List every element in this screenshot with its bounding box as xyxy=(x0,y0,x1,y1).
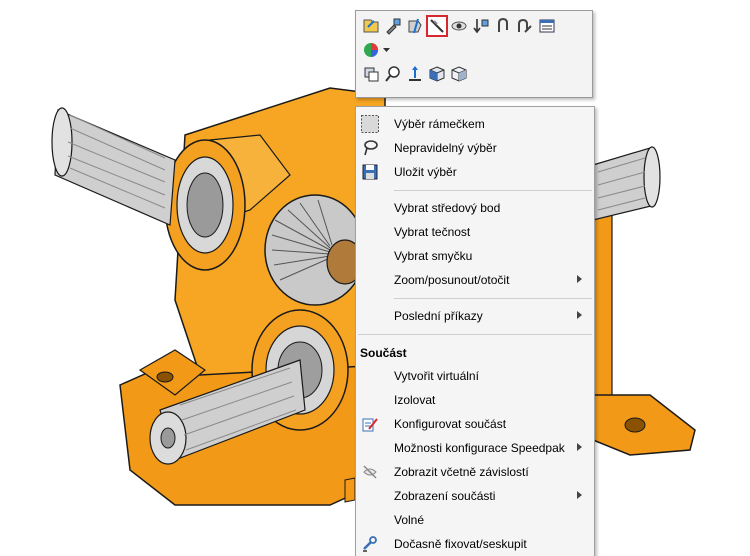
view-mates-icon[interactable] xyxy=(470,15,492,37)
menu-item-select-loop[interactable]: Vybrat smyčku xyxy=(356,244,594,268)
menu-item-select-tangency[interactable]: Vybrat tečnost xyxy=(356,220,594,244)
smart-mates-icon[interactable] xyxy=(514,15,536,37)
toolbar-row-2 xyxy=(360,39,390,61)
menu-separator xyxy=(358,334,592,335)
properties-list-icon[interactable] xyxy=(536,15,558,37)
submenu-arrow-icon xyxy=(577,443,582,451)
menu-item-make-virtual[interactable]: Vytvořit virtuální xyxy=(356,364,594,388)
menu-item-lasso-select[interactable]: Nepravidelný výběr xyxy=(356,136,594,160)
menu-section-header: Součást xyxy=(360,346,407,360)
box-select-icon xyxy=(361,115,379,133)
menu-item-label: Vytvořit virtuální xyxy=(394,369,479,383)
chevron-down-icon[interactable] xyxy=(382,39,390,61)
context-menu: Výběr rámečkem Nepravidelný výběr Uložit… xyxy=(355,106,595,556)
save-selection-icon xyxy=(361,163,379,181)
submenu-arrow-icon xyxy=(577,311,582,319)
toolbar-row-3 xyxy=(360,63,470,85)
edit-component-icon[interactable] xyxy=(382,15,404,37)
menu-item-label: Vybrat smyčku xyxy=(394,249,473,263)
shaded-view-icon[interactable] xyxy=(448,63,470,85)
menu-item-component-display[interactable]: Zobrazení součásti xyxy=(356,484,594,508)
menu-item-isolate[interactable]: Izolovat xyxy=(356,388,594,412)
menu-item-label: Nepravidelný výběr xyxy=(394,141,497,155)
menu-item-label: Zobrazení součásti xyxy=(394,489,496,503)
appearance-icon[interactable] xyxy=(360,39,382,61)
menu-separator xyxy=(394,190,592,191)
context-toolbar xyxy=(355,10,593,98)
isometric-view-icon[interactable] xyxy=(426,63,448,85)
change-transparency-icon[interactable] xyxy=(448,15,470,37)
zoom-to-selection-icon[interactable] xyxy=(382,63,404,85)
menu-item-configure-component[interactable]: Konfigurovat součást xyxy=(356,412,594,436)
menu-item-label: Volné xyxy=(394,513,425,527)
suppress-icon[interactable] xyxy=(426,15,448,37)
menu-item-label: Izolovat xyxy=(394,393,436,407)
menu-item-label: Vybrat tečnost xyxy=(394,225,471,239)
menu-item-label: Zobrazit včetně závislostí xyxy=(394,465,529,479)
menu-item-temporary-fix-group[interactable]: Dočasně fixovat/seskupit xyxy=(356,532,594,556)
menu-item-float[interactable]: Volné xyxy=(356,508,594,532)
menu-item-label: Vybrat středový bod xyxy=(394,201,501,215)
rotate-component-icon[interactable] xyxy=(360,63,382,85)
menu-item-recent-commands[interactable]: Poslední příkazy xyxy=(356,304,594,328)
menu-item-label: Možnosti konfigurace Speedpak xyxy=(394,441,565,455)
lasso-select-icon xyxy=(361,139,379,157)
menu-item-label: Uložit výběr xyxy=(394,165,457,179)
menu-item-show-with-dependents[interactable]: Zobrazit včetně závislostí xyxy=(356,460,594,484)
toolbar-row-1 xyxy=(360,15,558,37)
menu-item-label: Zoom/posunout/otočit xyxy=(394,273,510,287)
menu-separator xyxy=(394,298,592,299)
menu-item-label: Výběr rámečkem xyxy=(394,117,485,131)
menu-item-label: Poslední příkazy xyxy=(394,309,483,323)
mate-icon[interactable] xyxy=(492,15,514,37)
menu-item-label: Konfigurovat součást xyxy=(394,417,507,431)
configure-component-icon xyxy=(361,415,379,433)
menu-item-zoom-pan-rotate[interactable]: Zoom/posunout/otočit xyxy=(356,268,594,292)
submenu-arrow-icon xyxy=(577,275,582,283)
menu-item-box-select[interactable]: Výběr rámečkem xyxy=(356,112,594,136)
menu-item-label: Dočasně fixovat/seskupit xyxy=(394,537,527,551)
menu-item-speedpak-options[interactable]: Možnosti konfigurace Speedpak xyxy=(356,436,594,460)
submenu-arrow-icon xyxy=(577,491,582,499)
open-part-icon[interactable] xyxy=(360,15,382,37)
show-with-dependents-icon xyxy=(361,463,379,481)
temporary-fix-icon xyxy=(361,535,379,553)
menu-item-save-selection[interactable]: Uložit výběr xyxy=(356,160,594,184)
menu-item-select-midpoint[interactable]: Vybrat středový bod xyxy=(356,196,594,220)
normal-to-icon[interactable] xyxy=(404,63,426,85)
hide-component-icon[interactable] xyxy=(404,15,426,37)
